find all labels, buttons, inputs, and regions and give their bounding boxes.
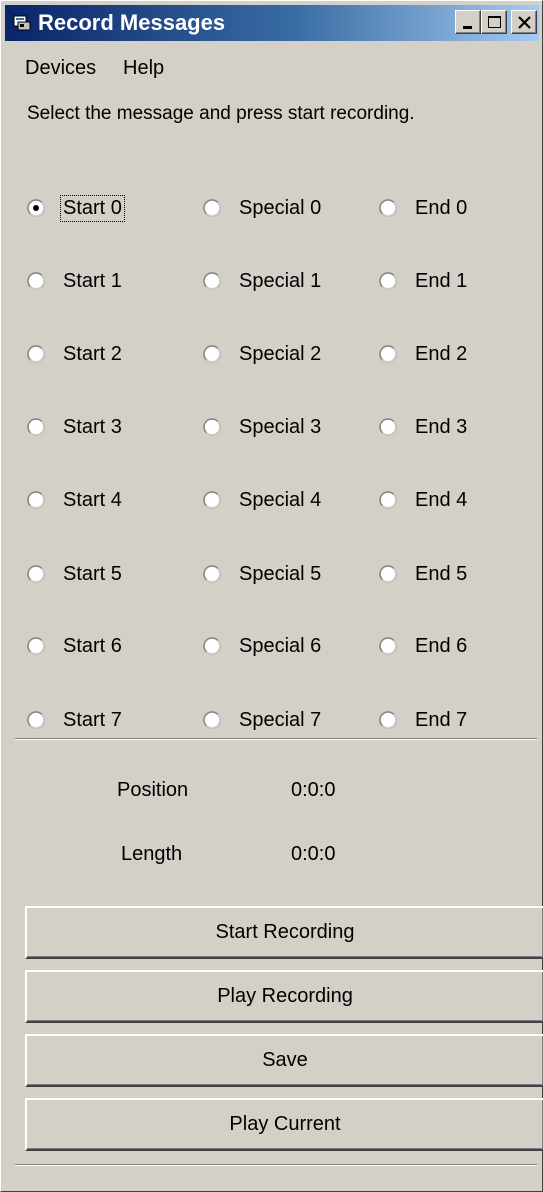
bottom-divider — [15, 1164, 537, 1166]
radio-label: Start 1 — [63, 269, 122, 292]
radio-end-7[interactable]: End 7 — [379, 704, 470, 736]
radio-start-1[interactable]: Start 1 — [27, 265, 125, 297]
menu-help[interactable]: Help — [123, 57, 164, 80]
radio-label: End 7 — [415, 708, 468, 731]
radio-label: End 4 — [415, 488, 468, 511]
play-recording-button[interactable]: Play Recording — [25, 970, 543, 1023]
radio-unchecked-icon[interactable] — [379, 272, 397, 290]
radio-unchecked-icon[interactable] — [379, 565, 397, 583]
radio-unchecked-icon[interactable] — [379, 637, 397, 655]
radio-unchecked-icon[interactable] — [27, 345, 45, 363]
top-divider — [15, 738, 537, 740]
radio-unchecked-icon[interactable] — [27, 711, 45, 729]
radio-start-2[interactable]: Start 2 — [27, 338, 125, 370]
radio-special-0[interactable]: Special 0 — [203, 192, 324, 224]
radio-unchecked-icon[interactable] — [203, 199, 221, 217]
radio-special-1[interactable]: Special 1 — [203, 265, 324, 297]
radio-label: Special 4 — [239, 488, 322, 511]
radio-label: Special 2 — [239, 342, 322, 365]
radio-label: End 6 — [415, 634, 468, 657]
radio-label: Special 5 — [239, 562, 322, 585]
minimize-icon — [463, 26, 472, 29]
play-current-button[interactable]: Play Current — [25, 1098, 543, 1151]
record-messages-window: Record Messages Devices Help Select the … — [0, 0, 543, 1192]
title-bar[interactable]: Record Messages — [5, 5, 539, 41]
radio-label: Start 6 — [63, 634, 122, 657]
radio-end-4[interactable]: End 4 — [379, 484, 470, 516]
radio-label: End 0 — [415, 196, 468, 219]
radio-special-4[interactable]: Special 4 — [203, 484, 324, 516]
maximize-icon — [488, 16, 501, 28]
window-title: Record Messages — [38, 10, 226, 35]
radio-unchecked-icon[interactable] — [203, 711, 221, 729]
radio-unchecked-icon[interactable] — [27, 637, 45, 655]
radio-end-6[interactable]: End 6 — [379, 630, 470, 662]
radio-unchecked-icon[interactable] — [27, 565, 45, 583]
radio-unchecked-icon[interactable] — [203, 637, 221, 655]
radio-unchecked-icon[interactable] — [379, 345, 397, 363]
radio-unchecked-icon[interactable] — [379, 491, 397, 509]
radio-unchecked-icon[interactable] — [379, 711, 397, 729]
start-recording-button[interactable]: Start Recording — [25, 906, 543, 959]
radio-label: Start 5 — [63, 562, 122, 585]
app-icon[interactable] — [13, 14, 31, 32]
radio-label: Special 1 — [239, 269, 322, 292]
radio-unchecked-icon[interactable] — [203, 345, 221, 363]
radio-unchecked-icon[interactable] — [27, 418, 45, 436]
radio-start-3[interactable]: Start 3 — [27, 411, 125, 443]
radio-unchecked-icon[interactable] — [379, 199, 397, 217]
radio-label: Start 4 — [63, 488, 122, 511]
radio-label: End 3 — [415, 415, 468, 438]
radio-end-1[interactable]: End 1 — [379, 265, 470, 297]
instructions-text: Select the message and press start recor… — [27, 103, 415, 124]
radio-checked-icon[interactable] — [27, 199, 45, 217]
radio-unchecked-icon[interactable] — [203, 491, 221, 509]
radio-unchecked-icon[interactable] — [203, 272, 221, 290]
radio-start-0[interactable]: Start 0 — [27, 192, 125, 224]
close-icon — [518, 16, 531, 29]
radio-end-5[interactable]: End 5 — [379, 558, 470, 590]
radio-special-6[interactable]: Special 6 — [203, 630, 324, 662]
radio-label: End 1 — [415, 269, 468, 292]
radio-special-5[interactable]: Special 5 — [203, 558, 324, 590]
radio-unchecked-icon[interactable] — [27, 491, 45, 509]
radio-start-6[interactable]: Start 6 — [27, 630, 125, 662]
radio-label: Special 0 — [239, 196, 322, 219]
position-value: 0:0:0 — [291, 779, 336, 801]
radio-label: Start 3 — [63, 415, 122, 438]
radio-unchecked-icon[interactable] — [203, 565, 221, 583]
radio-end-2[interactable]: End 2 — [379, 338, 470, 370]
save-button[interactable]: Save — [25, 1034, 543, 1087]
length-value: 0:0:0 — [291, 843, 336, 865]
radio-label: Start 2 — [63, 342, 122, 365]
radio-label: End 5 — [415, 562, 468, 585]
radio-unchecked-icon[interactable] — [379, 418, 397, 436]
maximize-button[interactable] — [481, 10, 507, 34]
radio-unchecked-icon[interactable] — [27, 272, 45, 290]
radio-label: End 2 — [415, 342, 468, 365]
radio-label: Start 7 — [63, 708, 122, 731]
minimize-button[interactable] — [455, 10, 481, 34]
radio-start-7[interactable]: Start 7 — [27, 704, 125, 736]
close-button[interactable] — [511, 10, 537, 34]
length-label: Length — [121, 843, 183, 865]
menu-devices[interactable]: Devices — [25, 57, 96, 80]
radio-start-4[interactable]: Start 4 — [27, 484, 125, 516]
radio-special-2[interactable]: Special 2 — [203, 338, 324, 370]
radio-label: Start 0 — [60, 194, 125, 222]
radio-label: Special 3 — [239, 415, 322, 438]
radio-special-3[interactable]: Special 3 — [203, 411, 324, 443]
radio-end-0[interactable]: End 0 — [379, 192, 470, 224]
radio-end-3[interactable]: End 3 — [379, 411, 470, 443]
radio-label: Special 6 — [239, 634, 322, 657]
radio-start-5[interactable]: Start 5 — [27, 558, 125, 590]
radio-unchecked-icon[interactable] — [203, 418, 221, 436]
radio-label: Special 7 — [239, 708, 322, 731]
radio-special-7[interactable]: Special 7 — [203, 704, 324, 736]
position-label: Position — [117, 779, 189, 801]
